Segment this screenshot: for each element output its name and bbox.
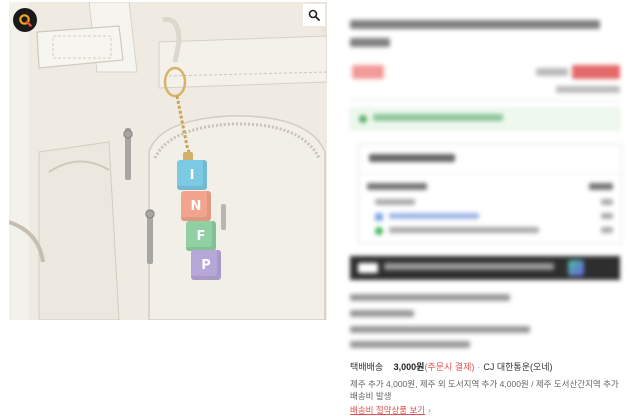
promo-gem-icon bbox=[568, 260, 584, 276]
magnifier-icon bbox=[308, 9, 320, 21]
keychain-block-4: P bbox=[191, 250, 221, 280]
product-title-blurred bbox=[350, 20, 612, 52]
keychain-block-1: I bbox=[177, 160, 207, 190]
info-line-blurred bbox=[350, 341, 470, 350]
price-note-blurred bbox=[556, 86, 620, 95]
brand-q-glyph bbox=[19, 14, 32, 27]
keychain-letter: N bbox=[190, 198, 202, 214]
shipping-method-label: 택배배송 bbox=[350, 362, 384, 372]
info-line-blurred bbox=[350, 294, 510, 303]
zoom-button[interactable] bbox=[303, 4, 325, 26]
brand-logo-icon[interactable] bbox=[13, 8, 37, 32]
shipping-saver-link-label: 배송비 절약상품 보기 bbox=[350, 405, 426, 415]
info-line-blurred bbox=[350, 310, 414, 319]
coupon-row-blurred bbox=[367, 199, 613, 211]
coupon-row-blurred[interactable] bbox=[367, 183, 613, 195]
shipping-fee: 3,000원 bbox=[393, 362, 425, 372]
keychain-block-3: F bbox=[186, 221, 216, 251]
discount-rate-blurred bbox=[352, 64, 384, 83]
card-icon bbox=[375, 213, 383, 221]
info-line-blurred bbox=[350, 326, 530, 335]
shipping-summary: 택배배송 3,000원(주문시 결제) · CJ 대한통운(오네) bbox=[350, 360, 553, 373]
shipping-carrier: CJ 대한통운(오네) bbox=[483, 362, 553, 372]
divider bbox=[359, 173, 621, 174]
sale-price-blurred bbox=[572, 64, 620, 83]
product-image[interactable]: I N F P bbox=[9, 2, 327, 320]
shipping-payment-condition: (주문시 결제) bbox=[424, 362, 475, 372]
chevron-right-icon: › bbox=[428, 405, 431, 415]
keychain-letter: P bbox=[201, 257, 211, 273]
keychain-letter: F bbox=[196, 228, 206, 244]
keychain-block-2: N bbox=[181, 191, 211, 221]
product-info-panel bbox=[350, 0, 626, 416]
product-photo-backpack bbox=[9, 2, 327, 320]
promo-logo-icon bbox=[358, 263, 378, 273]
benefit-dot-icon bbox=[359, 115, 367, 123]
shipping-extra-fee-note: 제주 추가 4,000원, 제주 외 도서지역 추가 4,000원 / 제주 도… bbox=[350, 379, 619, 401]
keychain-letter: I bbox=[189, 167, 195, 183]
coupon-row-blurred bbox=[367, 227, 613, 239]
coupon-row-blurred bbox=[367, 213, 613, 225]
coupon-title-blurred bbox=[369, 154, 455, 165]
divider bbox=[350, 100, 622, 101]
promo-text-blurred bbox=[384, 263, 554, 272]
shipping-saver-link[interactable]: 배송비 절약상품 보기 › bbox=[350, 404, 431, 416]
benefit-text-blurred bbox=[373, 114, 503, 123]
separator-dot: · bbox=[477, 362, 481, 372]
benefit-banner-blurred[interactable] bbox=[350, 108, 620, 130]
coupon-box-blurred bbox=[358, 144, 622, 244]
original-price-blurred bbox=[536, 68, 568, 79]
point-icon bbox=[375, 227, 383, 235]
promo-banner-blurred[interactable] bbox=[350, 256, 620, 280]
